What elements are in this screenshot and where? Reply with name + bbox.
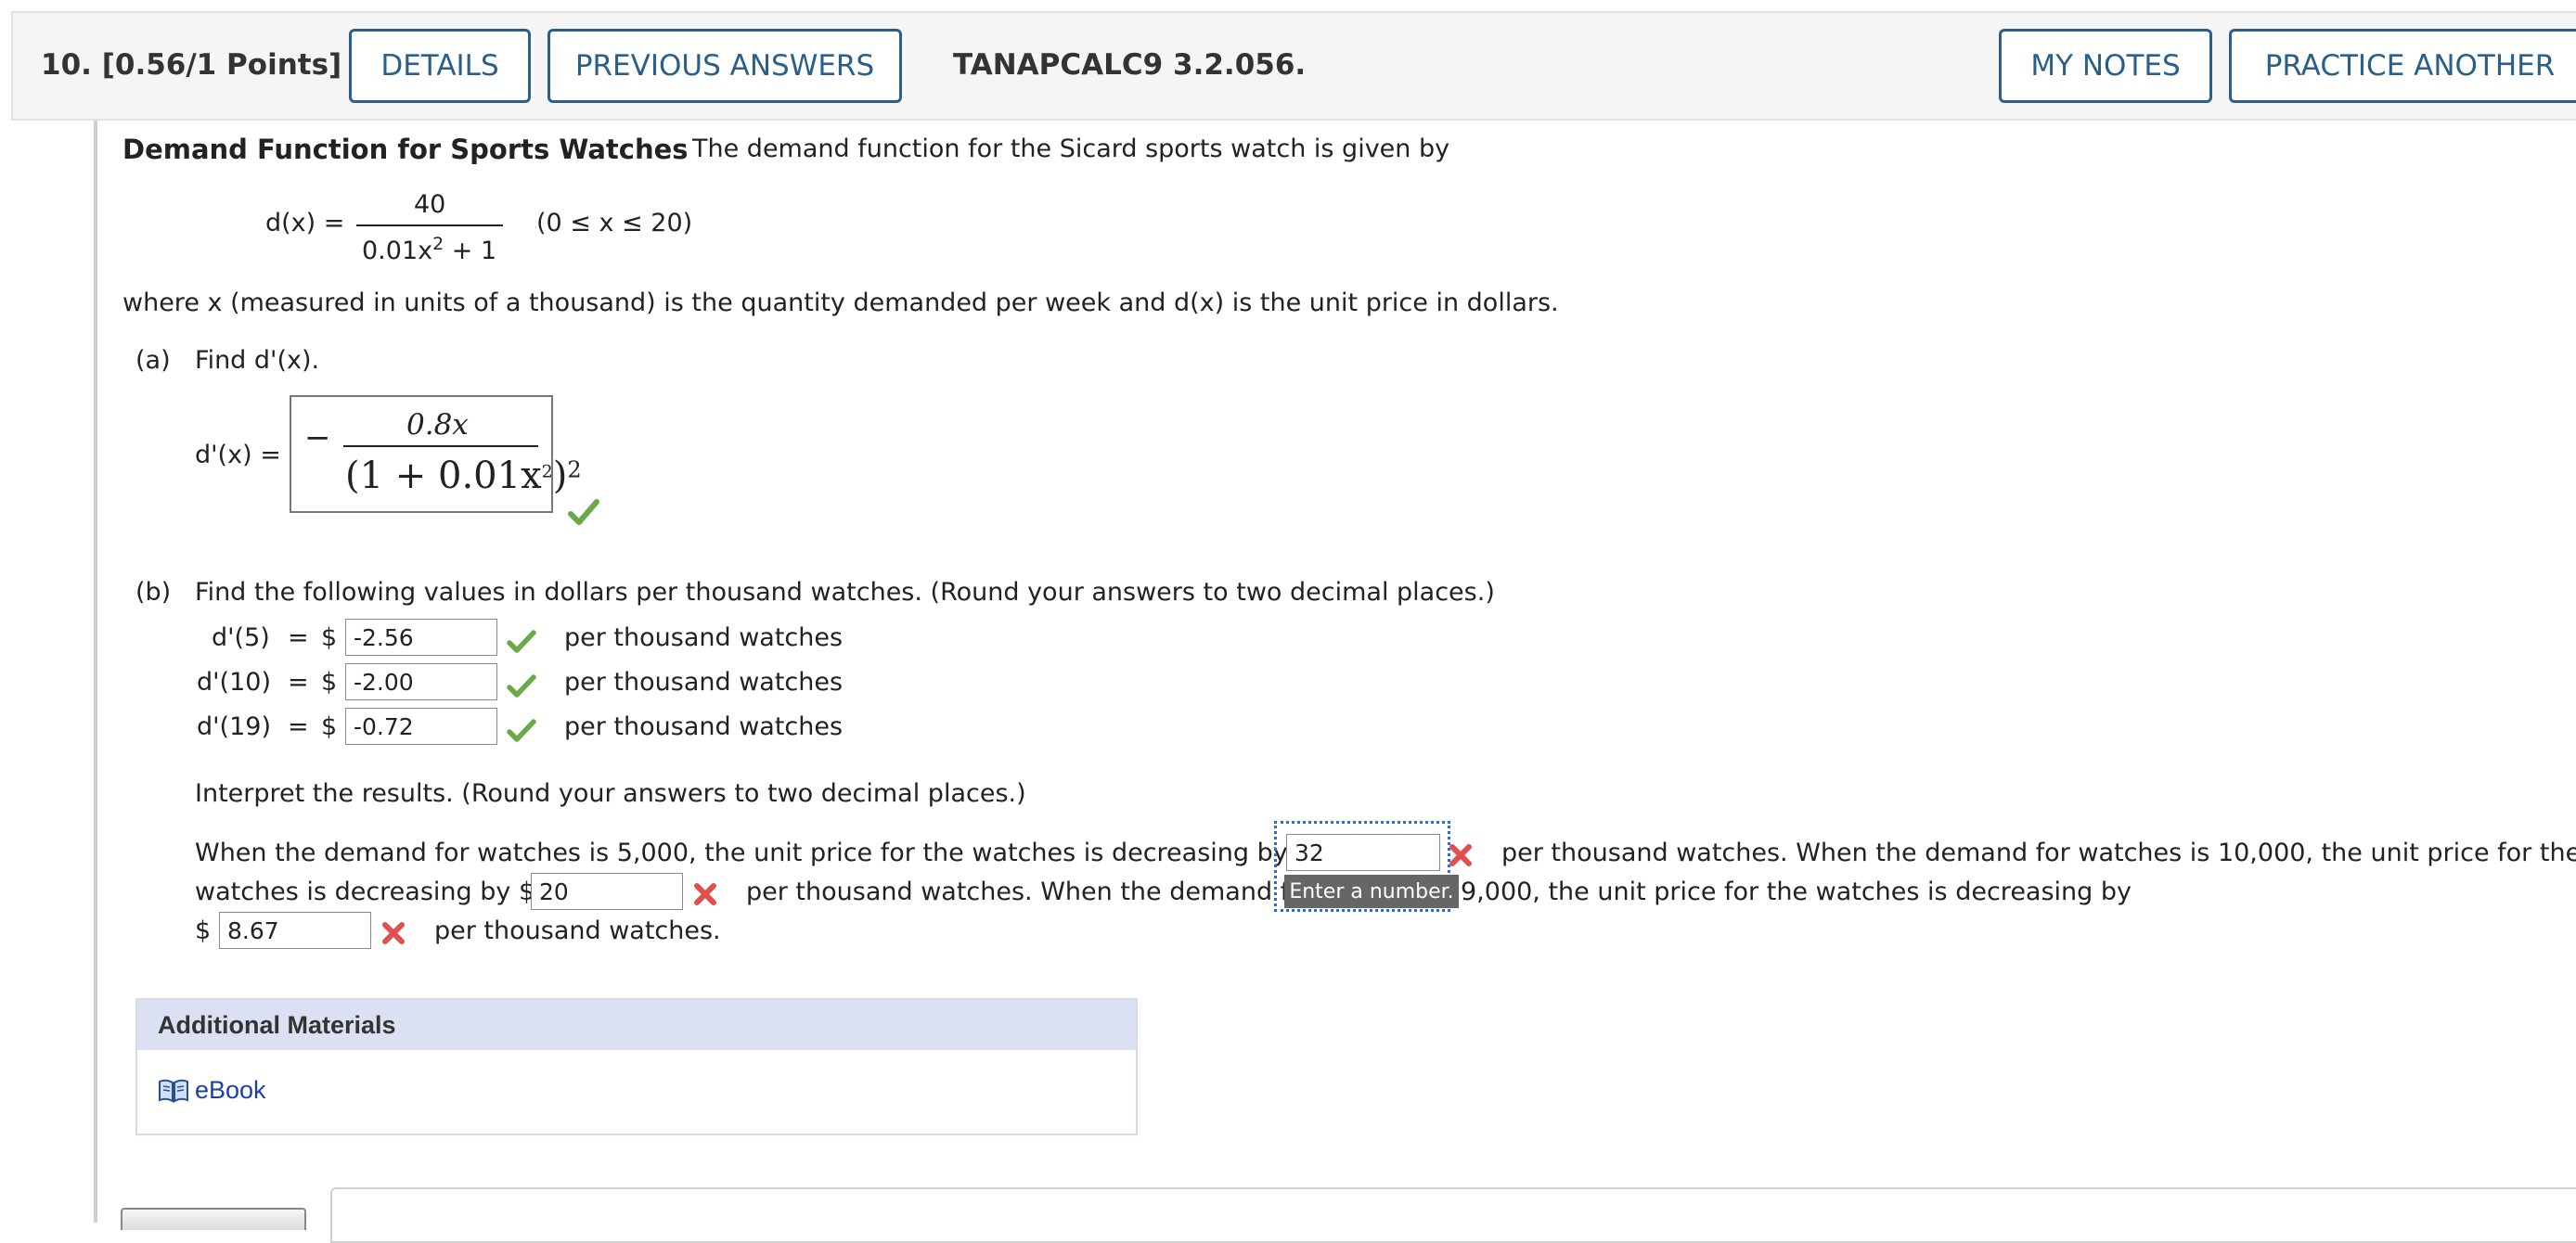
part-a-label: (a)	[135, 346, 171, 375]
d-prime-5-input[interactable]	[345, 619, 497, 656]
problem-title: Demand Function for Sports Watches	[122, 134, 689, 165]
part-b-row-unit: per thousand watches	[564, 668, 844, 697]
part-b-row-lhs: d'(19)	[197, 712, 271, 741]
part-b-row-unit: per thousand watches	[564, 712, 844, 741]
my-notes-button[interactable]: MY NOTES	[1999, 29, 2212, 103]
check-icon	[568, 499, 599, 525]
question-header: 10. [0.56/1 Points] DETAILS PREVIOUS ANS…	[11, 11, 2576, 121]
validation-tooltip: Enter a number.	[1284, 875, 1459, 908]
check-icon	[507, 630, 536, 653]
part-b-row-lhs: d'(5)	[212, 623, 270, 652]
interp-line3-end: per thousand watches.	[434, 916, 721, 945]
x-icon	[1449, 844, 1472, 866]
x-icon	[694, 883, 716, 905]
part-a-lhs: d'(x) =	[195, 441, 281, 469]
interp-line2-start: watches is decreasing by $	[195, 878, 535, 906]
part-b-row-eq: =	[288, 623, 309, 652]
interp-19000-input[interactable]	[219, 912, 371, 949]
bottom-panel	[330, 1187, 2576, 1243]
function-fraction-bar	[356, 224, 503, 226]
content-left-rule	[94, 121, 97, 1223]
function-lhs: d(x) =	[265, 209, 345, 237]
part-b-row-lhs: d'(10)	[197, 668, 271, 697]
ebook-label[interactable]: eBook	[195, 1076, 266, 1105]
additional-materials-header: Additional Materials	[137, 1000, 1136, 1050]
details-button[interactable]: DETAILS	[349, 29, 531, 103]
interp-10000-input[interactable]	[531, 873, 683, 910]
interp-line3-currency: $	[195, 916, 212, 945]
interpret-prompt: Interpret the results. (Round your answe…	[195, 779, 1026, 808]
answer-denominator: (1 + 0.01x2)2	[345, 455, 582, 497]
question-points-label: 10. [0.56/1 Points]	[41, 48, 342, 82]
check-icon	[507, 674, 536, 698]
additional-materials-panel: Additional Materials eBook	[135, 998, 1138, 1135]
part-b-label: (b)	[135, 578, 172, 607]
interp-5000-input[interactable]	[1286, 834, 1440, 871]
answer-fraction-bar	[343, 445, 538, 447]
function-domain: (0 ≤ x ≤ 20)	[536, 209, 693, 237]
problem-intro: The demand function for the Sicard sport…	[692, 135, 1450, 163]
part-b-row-currency: $	[321, 712, 338, 741]
part-a-answer-box[interactable]: − 0.8x (1 + 0.01x2)2	[290, 395, 582, 513]
x-icon	[382, 922, 405, 944]
d-prime-19-input[interactable]	[345, 708, 497, 745]
check-icon	[507, 719, 536, 742]
part-b-row-currency: $	[321, 623, 338, 652]
previous-answers-button[interactable]: PREVIOUS ANSWERS	[547, 29, 902, 103]
book-icon	[159, 1079, 188, 1103]
part-b-row-currency: $	[321, 668, 338, 697]
practice-another-button[interactable]: PRACTICE ANOTHER	[2229, 29, 2576, 103]
d-prime-10-input[interactable]	[345, 663, 497, 700]
part-a-prompt: Find d'(x).	[195, 346, 320, 375]
where-text: where x (measured in units of a thousand…	[122, 288, 1559, 317]
interp-line2-middle: per thousand watches. When the demand fo	[746, 878, 1305, 906]
part-b-prompt: Find the following values in dollars per…	[195, 578, 1495, 607]
interp-line1-start: When the demand for watches is 5,000, th…	[195, 839, 1312, 867]
interp-line2-end: 9,000, the unit price for the watches is…	[1461, 878, 2132, 906]
ebook-link[interactable]: eBook	[158, 1076, 266, 1105]
interp-line1-end: per thousand watches. When the demand fo…	[1501, 839, 2576, 867]
problem-code: TANAPCALC9 3.2.056.	[953, 48, 1307, 82]
additional-materials-title: Additional Materials	[158, 1011, 396, 1039]
part-b-row-eq: =	[288, 668, 309, 697]
part-b-row-unit: per thousand watches	[564, 623, 844, 652]
submit-answer-button[interactable]	[121, 1208, 306, 1230]
answer-numerator: 0.8x	[406, 408, 469, 442]
function-denominator: 0.01x2 + 1	[362, 234, 497, 265]
function-numerator: 40	[414, 190, 446, 219]
answer-minus: −	[304, 419, 331, 456]
part-b-row-eq: =	[288, 712, 309, 741]
